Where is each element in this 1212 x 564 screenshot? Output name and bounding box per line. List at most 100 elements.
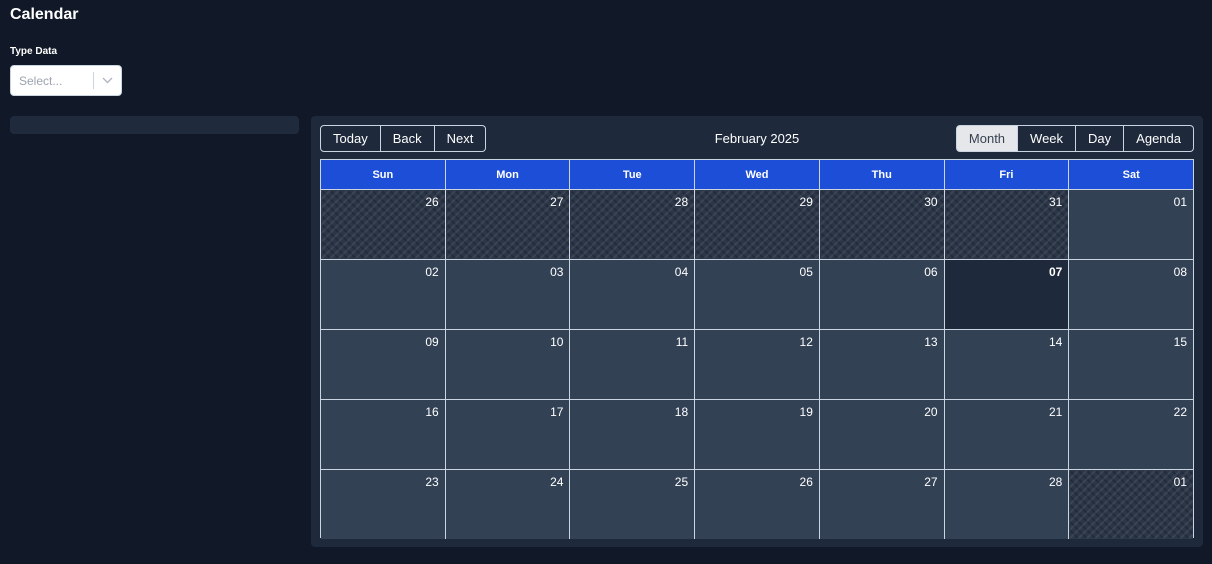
day-cell[interactable]: 31 xyxy=(943,190,1069,259)
day-cell[interactable]: 03 xyxy=(444,260,570,329)
weekday-header-tue: Tue xyxy=(569,160,694,189)
day-cell[interactable]: 18 xyxy=(569,400,695,469)
day-cell[interactable]: 16 xyxy=(321,400,445,469)
agenda-view-button[interactable]: Agenda xyxy=(1124,125,1194,152)
type-data-label: Type Data xyxy=(10,46,58,57)
day-cell[interactable]: 11 xyxy=(569,330,695,399)
back-button[interactable]: Back xyxy=(380,125,435,152)
day-cell[interactable]: 02 xyxy=(321,260,445,329)
day-cell[interactable]: 12 xyxy=(694,330,819,399)
day-cell[interactable]: 01 xyxy=(1068,470,1193,539)
day-number[interactable]: 14 xyxy=(1049,335,1062,349)
weekday-header-sat: Sat xyxy=(1068,160,1193,189)
day-number[interactable]: 26 xyxy=(800,475,813,489)
chevron-down-icon[interactable] xyxy=(94,66,121,95)
day-number[interactable]: 27 xyxy=(924,475,937,489)
day-cell[interactable]: 26 xyxy=(694,470,819,539)
day-number[interactable]: 17 xyxy=(550,405,563,419)
day-number[interactable]: 19 xyxy=(800,405,813,419)
day-view-button[interactable]: Day xyxy=(1076,125,1125,152)
day-number[interactable]: 03 xyxy=(550,265,563,279)
day-cell[interactable]: 13 xyxy=(818,330,944,399)
day-number[interactable]: 10 xyxy=(550,335,563,349)
month-rows: 26 27 28 29 30 31 01 02 03 04 05 06 07 08 09 10 11 12 13 14… xyxy=(321,189,1194,539)
day-number[interactable]: 01 xyxy=(1174,475,1187,489)
calendar-card: February 2025 Today Back Next Month Week… xyxy=(311,116,1203,547)
day-number[interactable]: 08 xyxy=(1174,265,1187,279)
calendar-toolbar: February 2025 Today Back Next Month Week… xyxy=(320,125,1194,152)
day-number[interactable]: 23 xyxy=(425,475,438,489)
weekday-header-row: Sun Mon Tue Wed Thu Fri Sat xyxy=(321,160,1193,189)
month-view-button[interactable]: Month xyxy=(955,125,1019,152)
month-view: Sun Mon Tue Wed Thu Fri Sat 26 27 28 29 30 31 01 02 03… xyxy=(320,159,1194,539)
day-cell[interactable]: 10 xyxy=(444,330,570,399)
day-cell[interactable]: 20 xyxy=(818,400,944,469)
day-cell[interactable]: 27 xyxy=(444,190,570,259)
day-cell[interactable]: 14 xyxy=(943,330,1069,399)
day-number[interactable]: 05 xyxy=(800,265,813,279)
day-cell[interactable]: 05 xyxy=(694,260,819,329)
week-row: 02 03 04 05 06 07 08 xyxy=(321,259,1194,329)
day-cell[interactable]: 22 xyxy=(1068,400,1194,469)
day-number[interactable]: 22 xyxy=(1174,405,1187,419)
day-cell[interactable]: 06 xyxy=(818,260,944,329)
day-number[interactable]: 29 xyxy=(800,195,813,209)
day-number[interactable]: 16 xyxy=(425,405,438,419)
day-cell[interactable]: 01 xyxy=(1068,190,1194,259)
day-number[interactable]: 18 xyxy=(675,405,688,419)
day-cell[interactable]: 19 xyxy=(694,400,819,469)
today-button[interactable]: Today xyxy=(320,125,381,152)
day-number[interactable]: 28 xyxy=(675,195,688,209)
day-cell[interactable]: 17 xyxy=(444,400,570,469)
day-number[interactable]: 27 xyxy=(550,195,563,209)
day-cell[interactable]: 09 xyxy=(321,330,445,399)
day-number[interactable]: 30 xyxy=(924,195,937,209)
day-cell[interactable]: 24 xyxy=(444,470,570,539)
day-cell[interactable]: 08 xyxy=(1068,260,1194,329)
nav-button-group: Today Back Next xyxy=(320,125,487,152)
day-number[interactable]: 13 xyxy=(924,335,937,349)
day-cell[interactable]: 27 xyxy=(818,470,944,539)
day-number[interactable]: 25 xyxy=(675,475,688,489)
select-placeholder: Select... xyxy=(19,73,63,88)
week-row: 23 24 25 26 27 28 01 xyxy=(321,469,1193,539)
day-number[interactable]: 04 xyxy=(675,265,688,279)
day-cell[interactable]: 21 xyxy=(943,400,1069,469)
day-number[interactable]: 01 xyxy=(1174,195,1187,209)
type-data-select[interactable]: Select... xyxy=(10,65,122,96)
week-view-button[interactable]: Week xyxy=(1018,125,1077,152)
day-number[interactable]: 06 xyxy=(924,265,937,279)
day-number[interactable]: 24 xyxy=(550,475,563,489)
day-cell[interactable]: 30 xyxy=(818,190,944,259)
day-number[interactable]: 28 xyxy=(1049,475,1062,489)
day-cell[interactable]: 04 xyxy=(569,260,695,329)
day-cell[interactable]: 29 xyxy=(694,190,819,259)
view-button-group: Month Week Day Agenda xyxy=(955,125,1194,152)
day-cell[interactable]: 28 xyxy=(943,470,1069,539)
day-cell[interactable]: 15 xyxy=(1068,330,1194,399)
day-number[interactable]: 11 xyxy=(676,335,688,349)
day-cell[interactable]: 26 xyxy=(321,190,445,259)
day-number[interactable]: 31 xyxy=(1049,195,1062,209)
page-title: Calendar xyxy=(10,6,79,23)
day-number[interactable]: 02 xyxy=(425,265,438,279)
day-cell[interactable]: 28 xyxy=(569,190,694,259)
day-number[interactable]: 20 xyxy=(924,405,937,419)
week-row: 16 17 18 19 20 21 22 xyxy=(321,399,1194,469)
weekday-header-thu: Thu xyxy=(818,160,944,189)
day-cell[interactable]: 23 xyxy=(321,470,445,539)
day-number[interactable]: 09 xyxy=(425,335,438,349)
next-button[interactable]: Next xyxy=(434,125,487,152)
week-row: 26 27 28 29 30 31 01 xyxy=(321,189,1194,259)
day-number[interactable]: 21 xyxy=(1049,405,1062,419)
day-cell[interactable]: 25 xyxy=(569,470,695,539)
today-day-cell[interactable]: 07 xyxy=(943,260,1069,329)
day-number[interactable]: 26 xyxy=(425,195,438,209)
sidebar-placeholder-bar xyxy=(10,116,299,134)
weekday-header-fri: Fri xyxy=(943,160,1069,189)
weekday-header-mon: Mon xyxy=(444,160,570,189)
day-number[interactable]: 12 xyxy=(800,335,813,349)
weekday-header-sun: Sun xyxy=(372,168,394,181)
day-number[interactable]: 15 xyxy=(1174,335,1187,349)
day-number[interactable]: 07 xyxy=(1049,265,1062,279)
